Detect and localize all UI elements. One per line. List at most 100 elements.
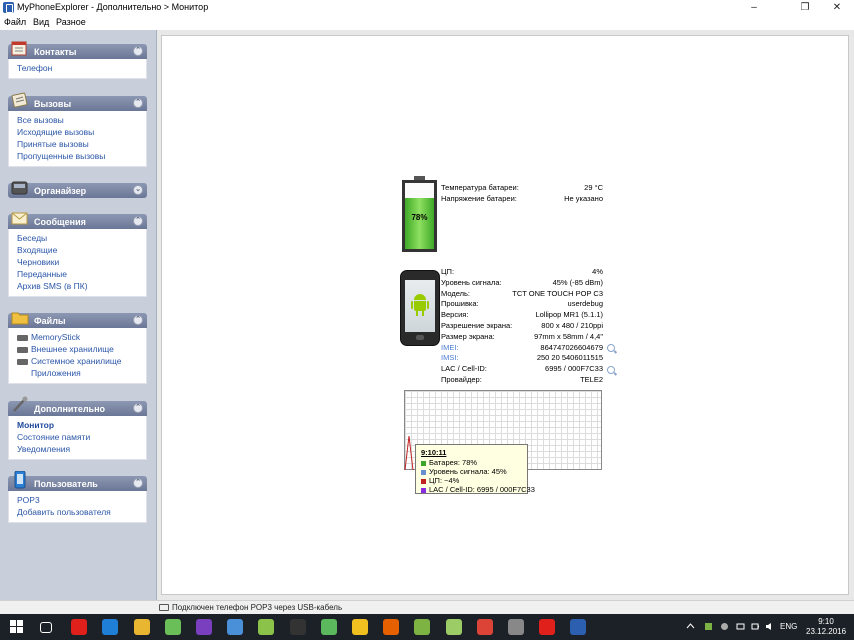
sidebar-item-add-user[interactable]: Добавить пользователя [17, 506, 146, 518]
tooltip-line: Батарея: 78% [421, 458, 523, 467]
terminal-icon[interactable] [289, 619, 306, 635]
chrome-icon[interactable] [476, 619, 493, 635]
sidebar: Контакты ⌃ Телефон Вызовы ⌃ Все вызовы И… [0, 30, 157, 600]
menu-view[interactable]: Вид [33, 17, 49, 27]
search-cell-icon[interactable] [607, 366, 615, 374]
settings-icon[interactable] [508, 619, 524, 635]
collapse-icon[interactable]: ⌃ [133, 403, 143, 413]
clock-time[interactable]: 9:10 [806, 617, 846, 626]
myphoneexplorer-icon[interactable] [570, 619, 587, 635]
task-view-icon[interactable] [40, 622, 52, 633]
menu-file[interactable]: Файл [4, 17, 26, 27]
file-explorer-icon[interactable] [133, 619, 150, 635]
network-icon[interactable] [736, 622, 745, 631]
android3-icon[interactable] [445, 619, 462, 635]
sidebar-item-inbox[interactable]: Входящие [17, 244, 146, 256]
battery-icon: 78% [402, 176, 437, 252]
minimize-button[interactable]: – [739, 0, 769, 15]
close-button[interactable]: ✕ [822, 0, 852, 15]
title-bar: MyPhoneExplorer - Дополнительно > Монито… [0, 0, 854, 15]
section-header[interactable]: Вызовы ⌃ [8, 92, 147, 111]
tray-app2-icon[interactable] [720, 622, 729, 631]
sidebar-item-memory-status[interactable]: Состояние памяти [17, 431, 146, 443]
green-arrow-icon[interactable] [320, 619, 337, 635]
collapse-icon[interactable]: ⌃ [133, 315, 143, 325]
device-info-key[interactable]: IMSI: [441, 353, 459, 362]
yandex2-icon[interactable] [539, 619, 556, 635]
legend-swatch [421, 460, 426, 466]
sidebar-item-memorystick[interactable]: MemoryStick [17, 331, 146, 343]
sidebar-item-applications[interactable]: Приложения [17, 367, 146, 379]
sidebar-item-received-calls[interactable]: Принятые вызовы [17, 138, 146, 150]
status-bar: Подключен телефон POP3 через USB-кабель [0, 600, 854, 614]
maximize-button[interactable]: ❐ [790, 0, 820, 15]
section-files: Файлы ⌃ MemoryStick Внешнее хранилище Си… [8, 312, 147, 384]
sidebar-item-notifications[interactable]: Уведомления [17, 443, 146, 455]
sidebar-item-all-calls[interactable]: Все вызовы [17, 114, 146, 126]
sidebar-item-phone[interactable]: Телефон [17, 62, 146, 74]
sidebar-item-sms-archive[interactable]: Архив SMS (в ПК) [17, 280, 146, 292]
sidebar-item-pop3[interactable]: POP3 [17, 494, 146, 506]
usb-tool-icon[interactable] [164, 619, 181, 635]
section-calls: Вызовы ⌃ Все вызовы Исходящие вызовы При… [8, 92, 147, 167]
yandex-browser-icon[interactable] [71, 619, 88, 635]
tooltip-time: 9:10:11 [421, 448, 447, 457]
section-header[interactable]: Пользователь ⌃ [8, 471, 147, 491]
device-info-key[interactable]: IMEI: [441, 343, 459, 352]
tooltip-line: ЦП: ~4% [421, 476, 523, 485]
menu-bar: Файл Вид Разное [0, 15, 854, 29]
firefox-icon[interactable] [383, 619, 400, 635]
section-header[interactable]: Дополнительно ⌃ [8, 396, 147, 416]
menu-misc[interactable]: Разное [56, 17, 86, 27]
edge-icon[interactable] [102, 619, 119, 635]
section-header[interactable]: Сообщения ⌃ [8, 212, 147, 229]
purple-app-icon[interactable] [196, 619, 212, 635]
legend-swatch [421, 478, 426, 484]
collapse-icon[interactable]: ⌃ [133, 216, 143, 226]
volume-icon[interactable] [765, 622, 774, 631]
sidebar-item-outgoing-calls[interactable]: Исходящие вызовы [17, 126, 146, 138]
sidebar-item-conversations[interactable]: Беседы [17, 232, 146, 244]
linux-icon[interactable] [352, 619, 368, 635]
section-messages: Сообщения ⌃ Беседы Входящие Черновики Пе… [8, 212, 147, 297]
status-text: Подключен телефон POP3 через USB-кабель [172, 603, 343, 612]
taskbar: ENG 9:10 23.12.2016 [0, 614, 854, 640]
device-info-value: TELE2 [580, 375, 603, 384]
files-icon [11, 312, 29, 325]
search-imei-icon[interactable] [607, 344, 615, 352]
user-icon [14, 471, 26, 489]
android2-icon[interactable] [414, 619, 431, 635]
main-area: 78% Температура батареи: 29 °C Напряжени… [157, 30, 854, 600]
collapse-icon[interactable]: ⌃ [133, 46, 143, 56]
section-header[interactable]: Органайзер ⌄ [8, 181, 147, 198]
device-info-value: 6995 / 000F7C33 [545, 364, 603, 374]
sidebar-item-sent[interactable]: Переданные [17, 268, 146, 280]
battery-voltage-row: Напряжение батареи: Не указано [441, 194, 603, 203]
tooltip-line: Уровень сигнала: 45% [421, 467, 523, 476]
battery-percent: 78% [411, 213, 428, 222]
windows-start-icon[interactable] [10, 620, 24, 634]
battery-tray-icon[interactable] [751, 622, 760, 631]
collapse-icon[interactable]: ⌃ [133, 98, 143, 108]
tray-app-icon[interactable] [704, 622, 713, 631]
device-info-value: 45% (-85 dBm) [552, 277, 603, 287]
device-info-value: 4% [592, 267, 603, 276]
tray-chevron-icon[interactable] [686, 622, 695, 631]
sidebar-item-system-storage[interactable]: Системное хранилище [17, 355, 146, 367]
device-info-row: Провайдер: TELE2 [441, 375, 603, 386]
device-info-key: Разрешение экрана: [441, 321, 513, 330]
sidebar-item-missed-calls[interactable]: Пропущенные вызовы [17, 150, 146, 162]
sidebar-item-external-storage[interactable]: Внешнее хранилище [17, 343, 146, 355]
collapse-icon[interactable]: ⌃ [133, 478, 143, 488]
section-header[interactable]: Контакты ⌃ [8, 41, 147, 59]
android-icon[interactable] [258, 619, 275, 635]
search-tool-icon[interactable] [227, 619, 244, 635]
collapse-icon[interactable]: ⌄ [133, 185, 143, 195]
language-indicator[interactable]: ENG [780, 622, 797, 631]
section-header[interactable]: Файлы ⌃ [8, 312, 147, 328]
window-title: MyPhoneExplorer - Дополнительно > Монито… [17, 2, 209, 12]
sidebar-item-monitor[interactable]: Монитор [17, 419, 146, 431]
sidebar-item-drafts[interactable]: Черновики [17, 256, 146, 268]
device-info-row: Версия: Lollipop MR1 (5.1.1) [441, 310, 603, 321]
clock-date[interactable]: 23.12.2016 [806, 627, 846, 636]
